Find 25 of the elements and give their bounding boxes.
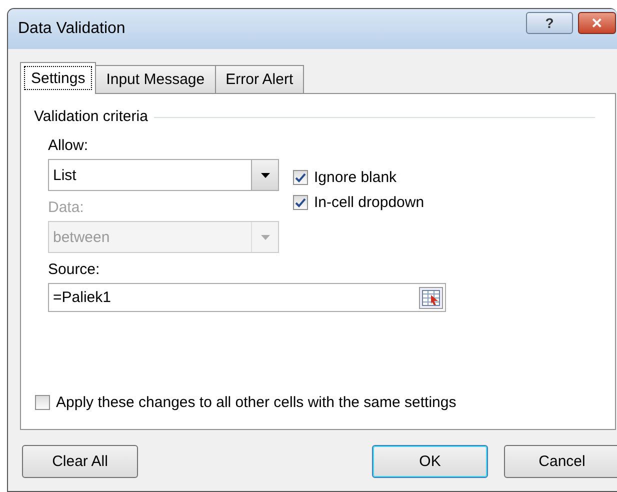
help-button[interactable]: ? [526,12,573,34]
checkbox-label: Apply these changes to all other cells with the same settings [56,394,456,411]
dropdown[interactable]: List [48,159,279,191]
dropdown-arrow-icon [260,234,270,240]
tab[interactable]: Input Message [95,65,216,93]
group-title: Validation criteria [34,108,148,125]
range-select-icon [422,290,440,306]
dialog-button[interactable]: OK [372,445,488,478]
tab[interactable]: Error Alert [214,65,304,93]
dropdown-arrow-icon [260,172,270,178]
field-label: Source: [48,261,101,280]
checkbox-label: Ignore blank [314,169,397,186]
window-title: Data Validation [18,20,126,38]
dialog-button[interactable]: Clear All [22,445,138,478]
dialog-button[interactable]: Cancel [504,445,617,478]
source-field[interactable]: =Paliek1 [48,283,446,312]
checkbox-label: In-cell dropdown [314,194,424,211]
checkbox[interactable] [35,395,50,410]
tab[interactable]: Settings [20,62,96,94]
checkbox[interactable] [293,195,308,210]
checkbox[interactable] [293,170,308,185]
field-label: Data: [48,199,85,218]
range-select-button[interactable] [419,286,443,308]
field-label: Allow: [48,137,90,156]
dropdown: between [48,221,279,253]
